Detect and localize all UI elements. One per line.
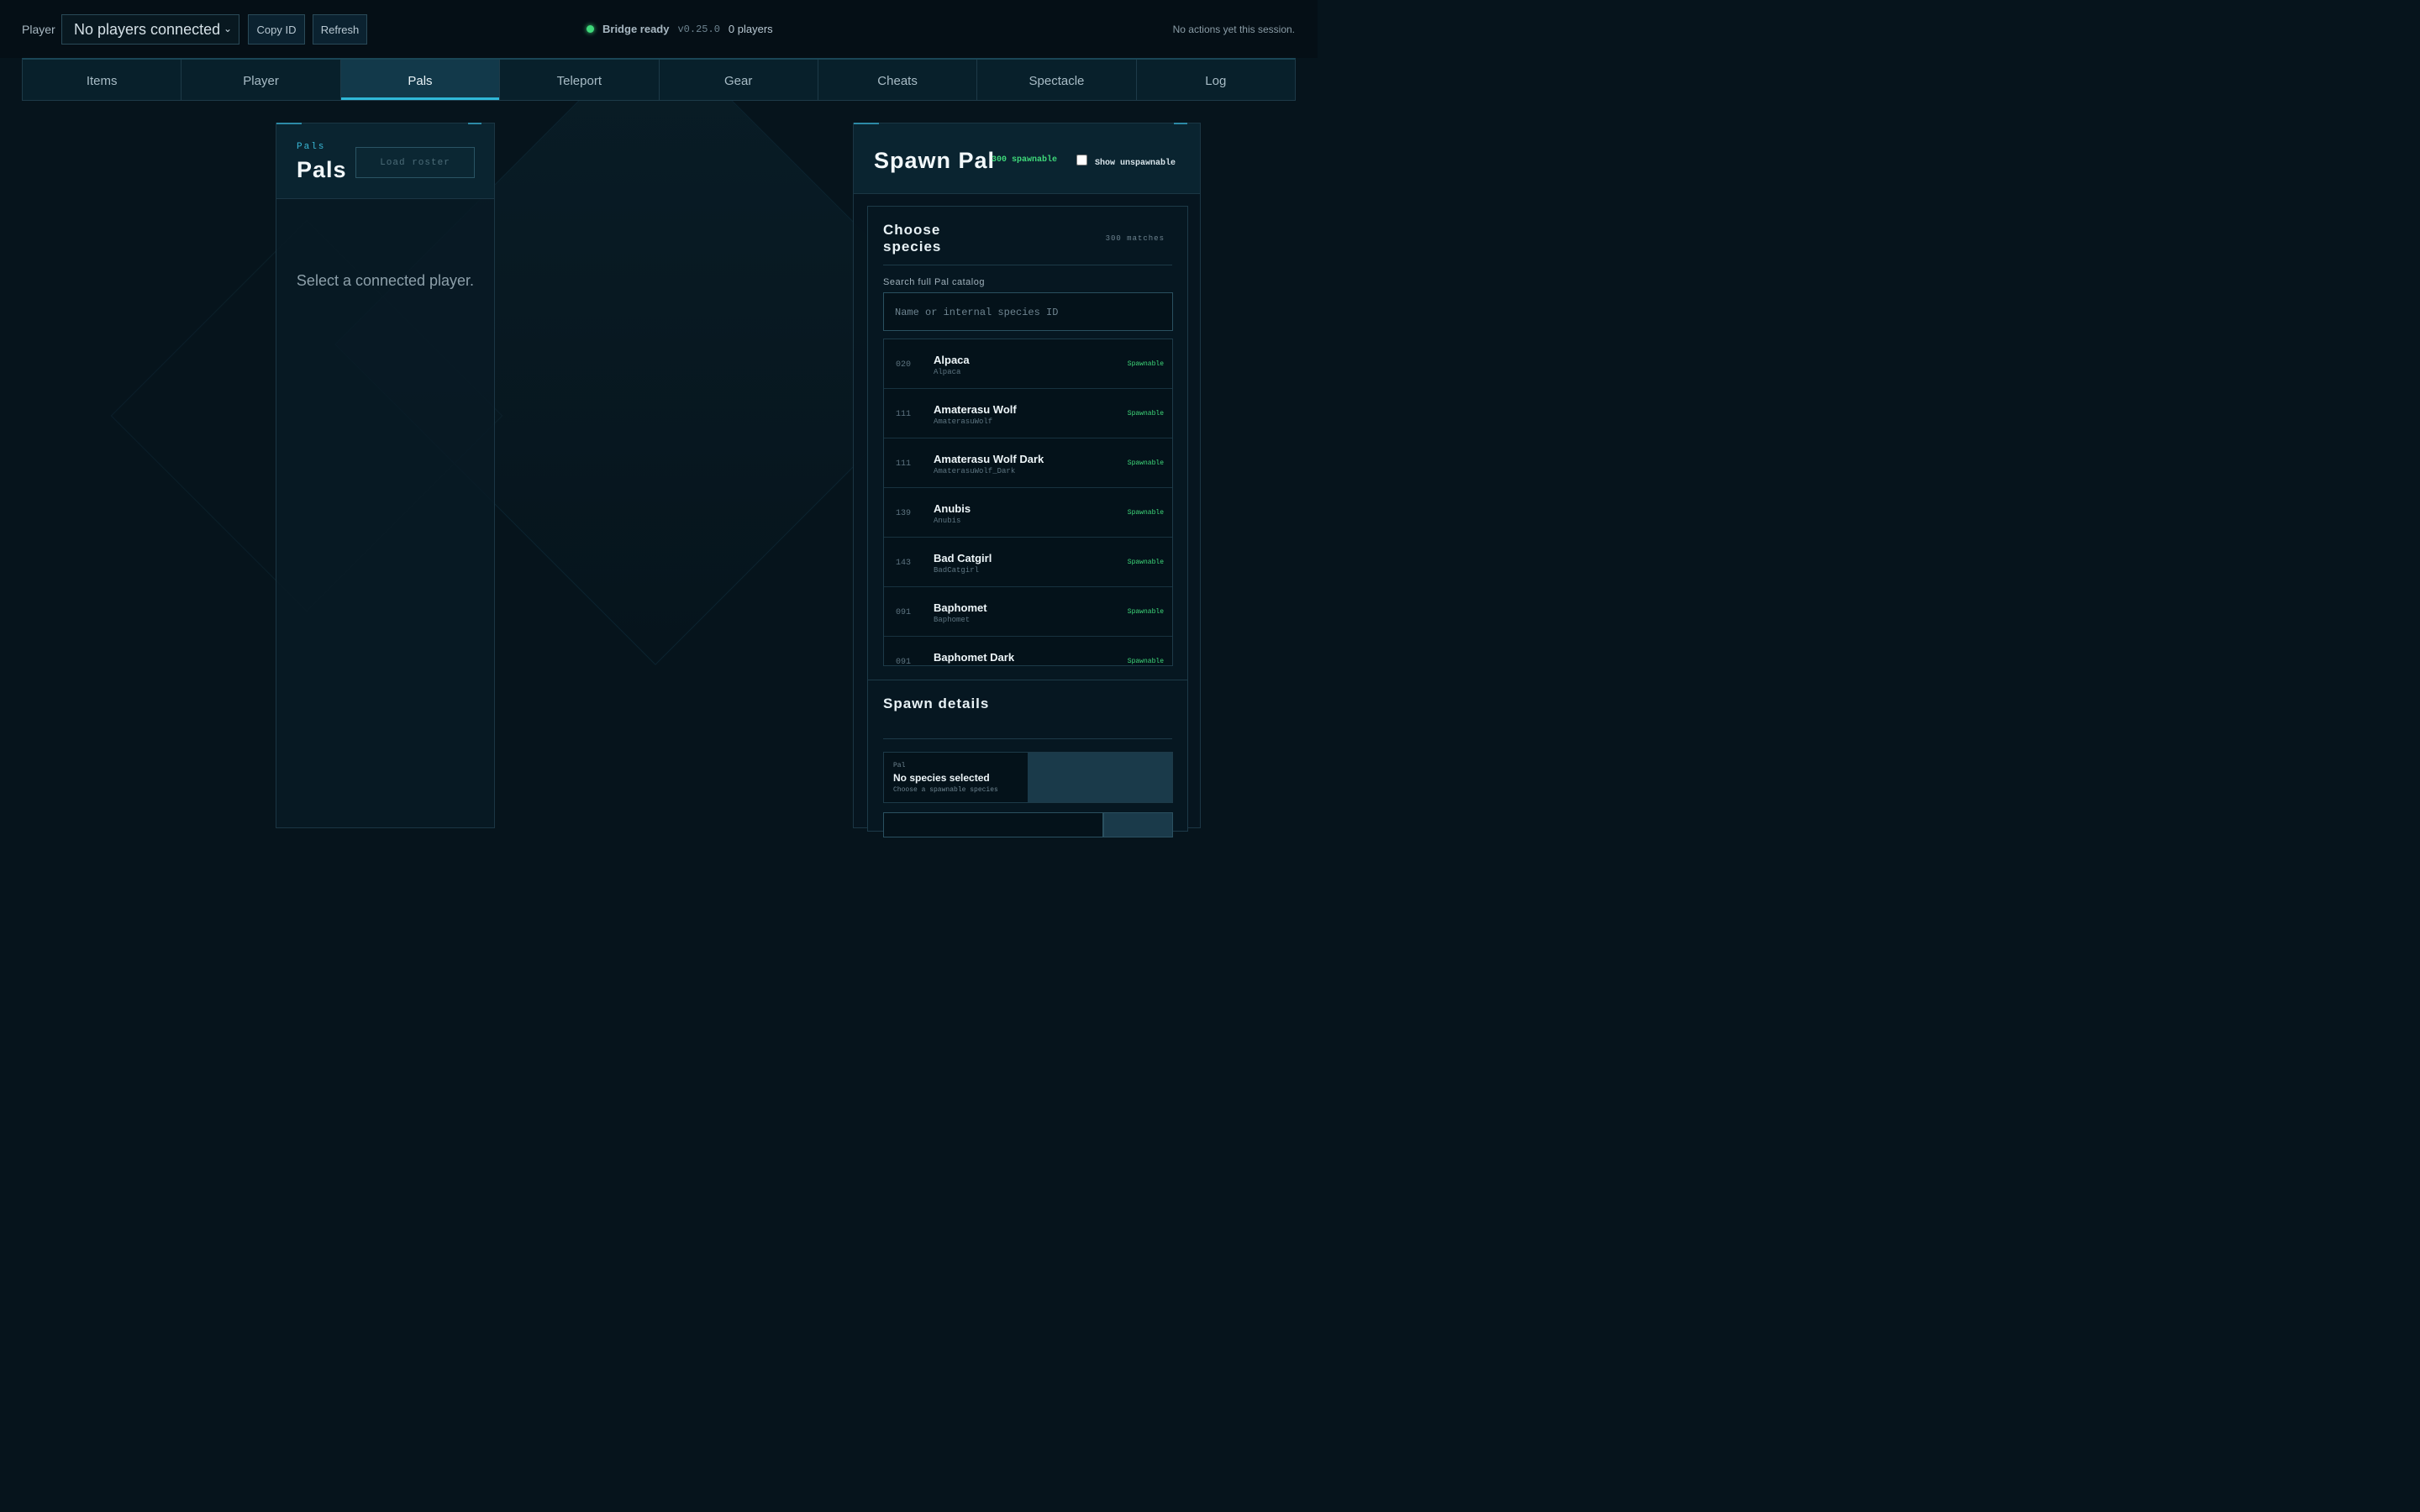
pal-selected-value: No species selected <box>893 772 990 784</box>
spawn-details-section: Spawn details Pal No species selected Ch… <box>867 680 1188 837</box>
spawnable-badge: Spawnable <box>1127 559 1164 566</box>
player-select[interactable]: No players connected ⌄ <box>61 14 239 45</box>
corner-accent <box>468 123 481 124</box>
corner-accent <box>276 123 302 124</box>
species-row[interactable]: 091 Baphomet Baphomet Spawnable <box>884 587 1172 637</box>
empty-message: Select a connected player. <box>296 272 475 289</box>
refresh-button[interactable]: Refresh <box>313 14 367 45</box>
species-id: Anubis <box>934 517 961 525</box>
choose-species-section: Choose species 300 matches Search full P… <box>867 206 1188 680</box>
pals-title: Pals <box>297 157 347 182</box>
player-select-value: No players connected <box>74 21 221 38</box>
spawn-details-title: Spawn details <box>883 696 990 711</box>
copy-id-button[interactable]: Copy ID <box>248 14 305 45</box>
tab-player[interactable]: Player <box>182 60 341 100</box>
species-number: 111 <box>896 410 912 419</box>
pals-panel: Pals Pals Load roster Select a connected… <box>276 123 495 828</box>
pals-panel-header: Pals Pals Load roster <box>276 123 494 199</box>
species-id: AmaterasuWolf <box>934 417 993 426</box>
species-row[interactable]: 111 Amaterasu Wolf AmaterasuWolf Spawnab… <box>884 389 1172 438</box>
spawn-pal-panel: Spawn Pal 300 spawnable Show unspawnable… <box>853 123 1201 837</box>
tab-log[interactable]: Log <box>1137 60 1295 100</box>
tab-spectacle[interactable]: Spectacle <box>977 60 1137 100</box>
tab-pals[interactable]: Pals <box>340 60 501 100</box>
status-dot-icon <box>587 25 594 33</box>
tab-teleport[interactable]: Teleport <box>500 60 660 100</box>
species-number: 143 <box>896 559 912 568</box>
status-text: Bridge ready <box>602 23 670 35</box>
species-row[interactable]: 020 Alpaca Alpaca Spawnable <box>884 339 1172 389</box>
player-label: Player <box>22 23 55 36</box>
main-tabs: Items Player Pals Teleport Gear Cheats S… <box>22 58 1296 101</box>
spawn-panel-header: Spawn Pal 300 spawnable Show unspawnable <box>854 123 1200 194</box>
pal-hint: Choose a spawnable species <box>893 786 998 794</box>
matches-count: 300 matches <box>1105 234 1165 243</box>
species-id: Baphomet <box>934 616 971 624</box>
species-number: 111 <box>896 459 912 469</box>
spawnable-badge: Spawnable <box>1127 658 1164 665</box>
spawn-detail-button[interactable] <box>1103 812 1173 837</box>
choose-species-title: Choose species <box>883 222 942 255</box>
bridge-status: Bridge ready v0.25.0 0 players <box>587 23 773 35</box>
top-bar: Player No players connected ⌄ Copy ID Re… <box>0 0 1318 58</box>
spawnable-badge: Spawnable <box>1127 410 1164 417</box>
spawnable-badge: Spawnable <box>1127 509 1164 517</box>
show-unspawnable-checkbox[interactable] <box>1076 155 1087 165</box>
species-name: Baphomet Dark <box>934 651 1015 664</box>
player-count: 0 players <box>728 23 773 35</box>
species-name: Amaterasu Wolf Dark <box>934 453 1044 465</box>
species-number: 091 <box>896 608 912 617</box>
spawn-detail-field[interactable] <box>883 812 1103 837</box>
selected-pal-card: Pal No species selected Choose a spawnab… <box>883 752 1173 803</box>
species-row[interactable]: 091 Baphomet Dark Spawnable <box>884 637 1172 666</box>
corner-accent <box>854 123 879 124</box>
species-name: Baphomet <box>934 601 987 614</box>
tab-items[interactable]: Items <box>23 60 182 100</box>
species-number: 139 <box>896 509 912 518</box>
pal-preview-area <box>1028 753 1172 802</box>
spawnable-badge: Spawnable <box>1127 459 1164 467</box>
species-row[interactable]: 111 Amaterasu Wolf Dark AmaterasuWolf_Da… <box>884 438 1172 488</box>
chevron-down-icon: ⌄ <box>223 23 232 34</box>
version-text: v0.25.0 <box>677 23 720 35</box>
species-name: Anubis <box>934 502 971 515</box>
species-name: Amaterasu Wolf <box>934 403 1017 416</box>
pal-label: Pal <box>893 762 906 769</box>
spawn-title: Spawn Pal <box>874 148 996 173</box>
species-search-input[interactable]: Name or internal species ID <box>883 292 1173 331</box>
spawnable-count: 300 spawnable <box>992 155 1058 165</box>
species-name: Bad Catgirl <box>934 552 992 564</box>
tab-gear[interactable]: Gear <box>660 60 818 100</box>
species-id: AmaterasuWolf_Dark <box>934 467 1016 475</box>
show-unspawnable-label[interactable]: Show unspawnable <box>1095 159 1176 168</box>
spawnable-badge: Spawnable <box>1127 360 1164 368</box>
species-row[interactable]: 143 Bad Catgirl BadCatgirl Spawnable <box>884 538 1172 587</box>
tab-cheats[interactable]: Cheats <box>818 60 978 100</box>
search-label: Search full Pal catalog <box>883 277 985 287</box>
load-roster-button[interactable]: Load roster <box>355 147 475 178</box>
corner-accent <box>1174 123 1187 124</box>
species-id: BadCatgirl <box>934 566 980 575</box>
species-number: 020 <box>896 360 912 370</box>
pals-eyebrow: Pals <box>297 142 326 152</box>
species-id: Alpaca <box>934 368 961 376</box>
species-row[interactable]: 139 Anubis Anubis Spawnable <box>884 488 1172 538</box>
spawnable-badge: Spawnable <box>1127 608 1164 616</box>
actions-message: No actions yet this session. <box>1172 24 1295 35</box>
species-name: Alpaca <box>934 354 970 366</box>
species-number: 091 <box>896 658 912 666</box>
species-list[interactable]: 020 Alpaca Alpaca Spawnable 111 Amateras… <box>883 339 1173 666</box>
section-divider <box>883 738 1172 739</box>
